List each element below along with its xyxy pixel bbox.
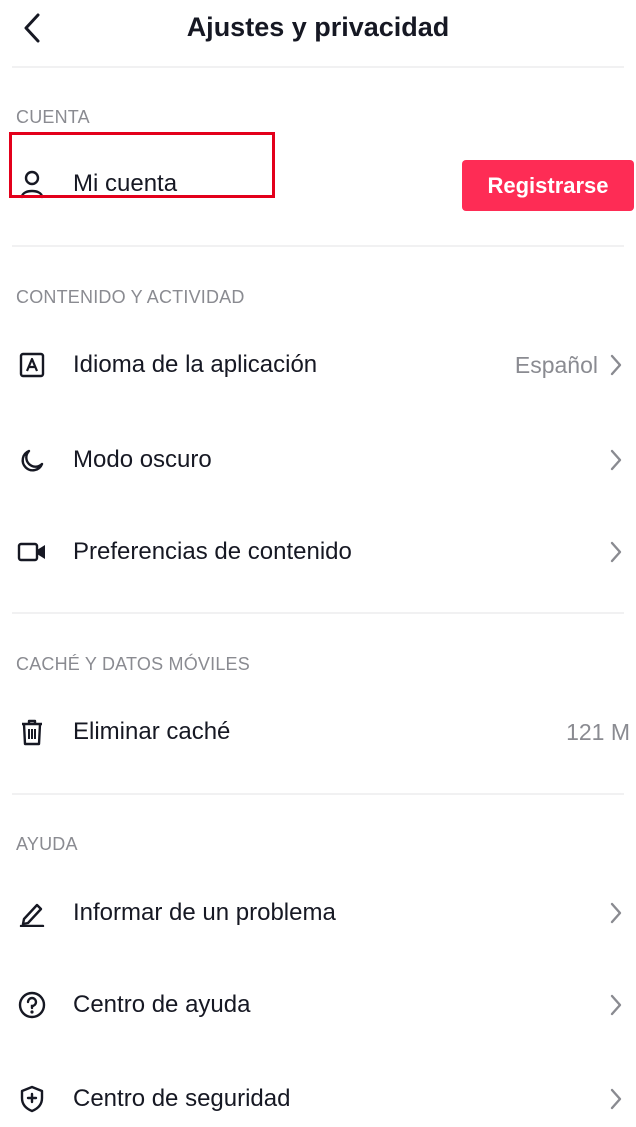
chevron-right-icon xyxy=(606,446,626,474)
help-center-label: Centro de ayuda xyxy=(73,991,251,1018)
app-language-value: Español xyxy=(514,351,598,378)
trash-icon xyxy=(16,716,48,748)
chevron-right-icon xyxy=(606,991,626,1019)
chevron-right-icon xyxy=(606,1085,626,1113)
content-preferences-label: Preferencias de contenido xyxy=(73,538,352,565)
section-divider xyxy=(12,793,624,795)
video-camera-icon xyxy=(16,536,48,568)
chevron-right-icon xyxy=(606,351,626,379)
chevron-right-icon xyxy=(606,538,626,566)
person-icon xyxy=(16,168,48,200)
my-account-label: Mi cuenta xyxy=(73,170,178,197)
section-label-account: CUENTA xyxy=(16,107,90,127)
moon-icon xyxy=(16,444,48,476)
language-a-icon xyxy=(16,349,48,381)
cache-size-value: 121 M xyxy=(566,718,630,745)
safety-center-label: Centro de seguridad xyxy=(73,1085,291,1112)
section-divider xyxy=(12,612,624,614)
report-problem-row[interactable]: Informar de un problema xyxy=(0,885,636,941)
shield-icon xyxy=(16,1083,48,1115)
report-problem-label: Informar de un problema xyxy=(73,899,336,926)
clear-cache-row[interactable]: Eliminar caché 121 M xyxy=(0,704,636,760)
section-label-help: AYUDA xyxy=(16,834,78,854)
help-center-row[interactable]: Centro de ayuda xyxy=(0,977,636,1033)
pencil-icon xyxy=(16,897,48,929)
clear-cache-label: Eliminar caché xyxy=(73,718,231,745)
section-divider xyxy=(12,245,624,247)
dark-mode-row[interactable]: Modo oscuro xyxy=(0,432,636,488)
section-label-content: CONTENIDO Y ACTIVIDAD xyxy=(16,287,245,307)
header: Ajustes y privacidad xyxy=(0,0,636,66)
signup-button[interactable]: Registrarse xyxy=(462,160,634,211)
chevron-right-icon xyxy=(606,899,626,927)
app-language-label: Idioma de la aplicación xyxy=(73,351,318,378)
content-preferences-row[interactable]: Preferencias de contenido xyxy=(0,524,636,580)
dark-mode-label: Modo oscuro xyxy=(73,446,212,473)
question-circle-icon xyxy=(16,989,48,1021)
safety-center-row[interactable]: Centro de seguridad xyxy=(0,1071,636,1127)
section-label-cache: CACHÉ Y DATOS MÓVILES xyxy=(16,654,250,674)
app-language-row[interactable]: Idioma de la aplicación Español xyxy=(0,337,636,393)
header-divider xyxy=(12,66,624,68)
page-title: Ajustes y privacidad xyxy=(186,12,450,42)
